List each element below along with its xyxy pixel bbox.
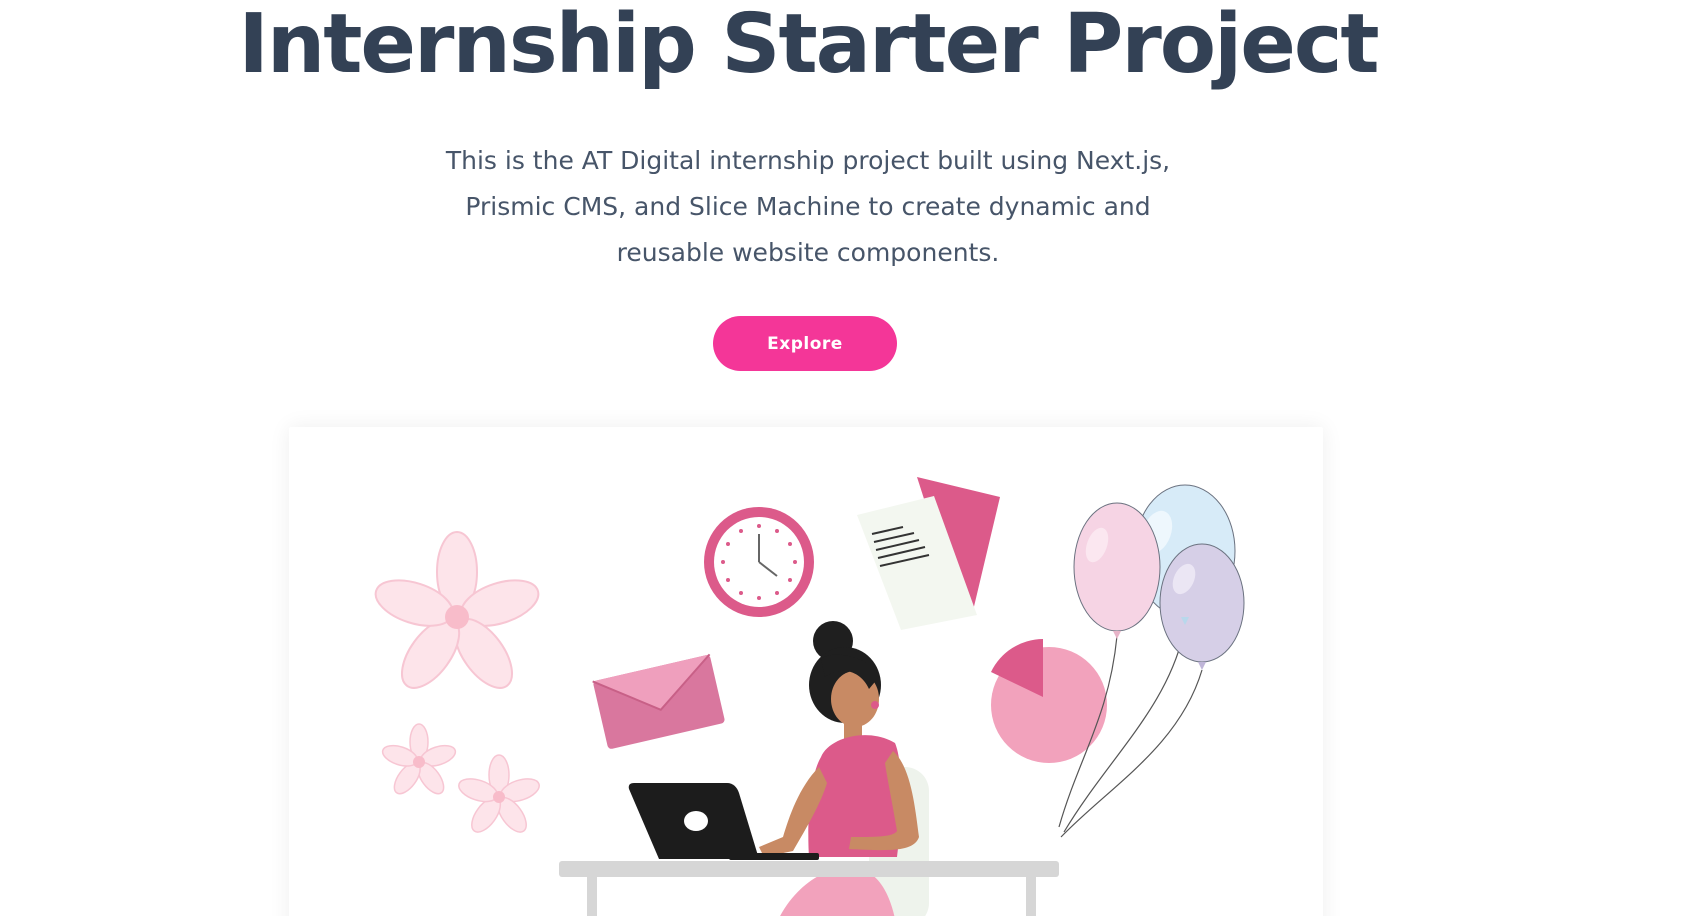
clock-icon [704,507,814,617]
illustration-canvas [374,477,1245,916]
document-icon [857,477,1000,630]
flower-icon [374,531,540,689]
flower-icon [381,723,457,795]
flower-icon [458,754,540,833]
hero-section: Internship Starter Project This is the A… [0,0,1696,916]
explore-button[interactable]: Explore [713,316,897,371]
hero-illustration [289,427,1323,916]
envelope-icon [592,653,725,749]
hero-description: This is the AT Digital internship projec… [445,146,1171,267]
page-title: Internship Starter Project [238,0,1379,92]
